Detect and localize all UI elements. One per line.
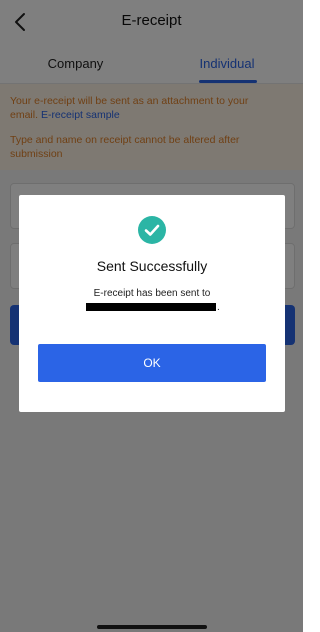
redacted-email — [86, 303, 216, 311]
ok-button[interactable]: OK — [38, 344, 266, 382]
check-circle-icon — [138, 216, 166, 244]
message-suffix: . — [217, 302, 220, 313]
dialog-title: Sent Successfully — [96, 258, 208, 274]
dialog-message: E-receipt has been sent to — [93, 288, 211, 299]
success-dialog: Sent Successfully E-receipt has been sen… — [19, 195, 285, 412]
